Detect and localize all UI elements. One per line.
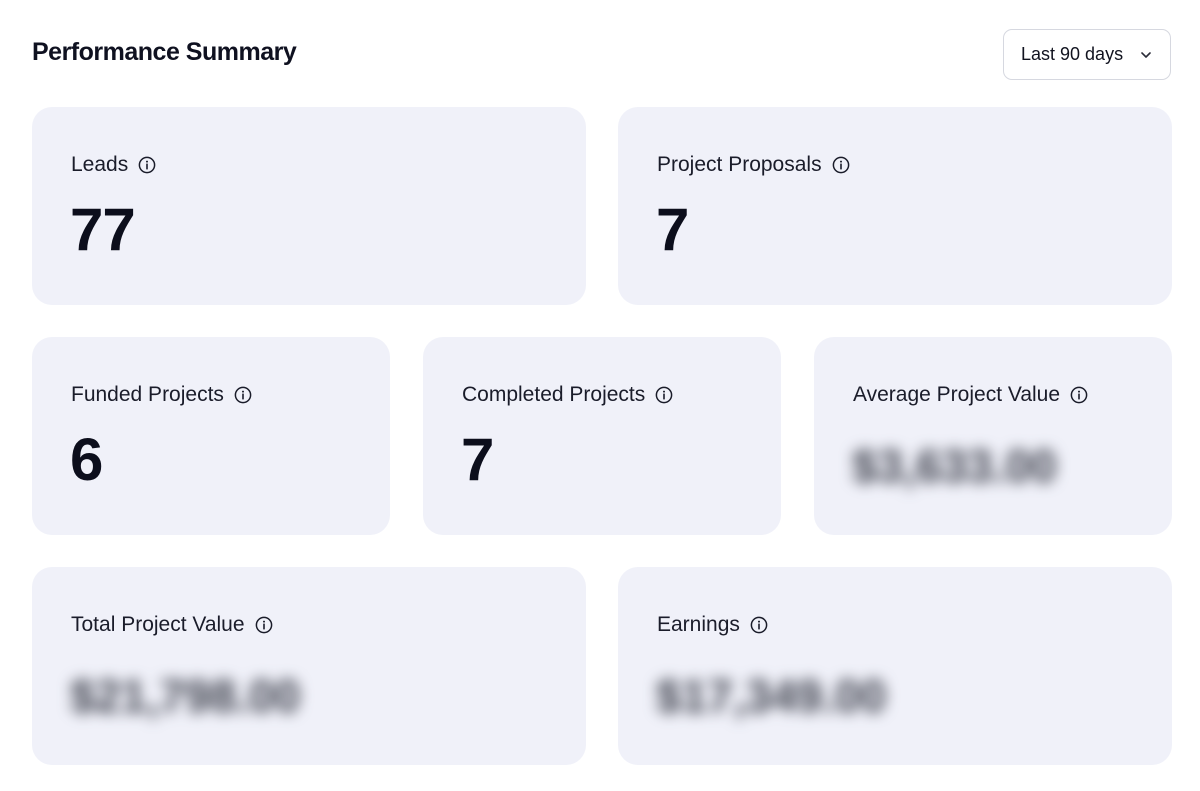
info-icon[interactable] [255,616,273,634]
card-average-project-value: Average Project Value $3,633.00 [814,337,1172,535]
info-icon[interactable] [655,386,673,404]
info-icon[interactable] [750,616,768,634]
card-label: Earnings [657,613,740,636]
card-label: Total Project Value [71,613,245,636]
card-earnings: Earnings $17,349.00 [618,567,1172,765]
date-range-select[interactable]: Last 90 days [1003,29,1171,80]
card-leads: Leads 77 [32,107,586,305]
card-value: 7 [656,196,689,263]
chevron-down-icon [1141,52,1151,58]
card-funded-projects: Funded Projects 6 [32,337,390,535]
card-label: Project Proposals [657,153,822,176]
card-value-redacted: $3,633.00 [852,440,1057,492]
info-icon[interactable] [138,156,156,174]
card-label: Average Project Value [853,383,1061,406]
card-completed-projects: Completed Projects 7 [423,337,781,535]
page-title: Performance Summary [32,38,297,66]
info-icon[interactable] [1070,386,1088,404]
card-label: Leads [71,153,129,176]
card-label: Completed Projects [462,383,646,406]
card-total-project-value: Total Project Value $21,798.00 [32,567,586,765]
card-value: 7 [461,426,494,493]
card-value-redacted: $17,349.00 [656,670,887,722]
card-value: 77 [70,196,136,263]
date-range-value: Last 90 days [1021,44,1124,64]
card-project-proposals: Project Proposals 7 [618,107,1172,305]
card-value: 6 [70,426,103,493]
card-value-redacted: $21,798.00 [70,670,301,722]
card-label: Funded Projects [71,383,224,406]
info-icon[interactable] [832,156,850,174]
info-icon[interactable] [234,386,252,404]
